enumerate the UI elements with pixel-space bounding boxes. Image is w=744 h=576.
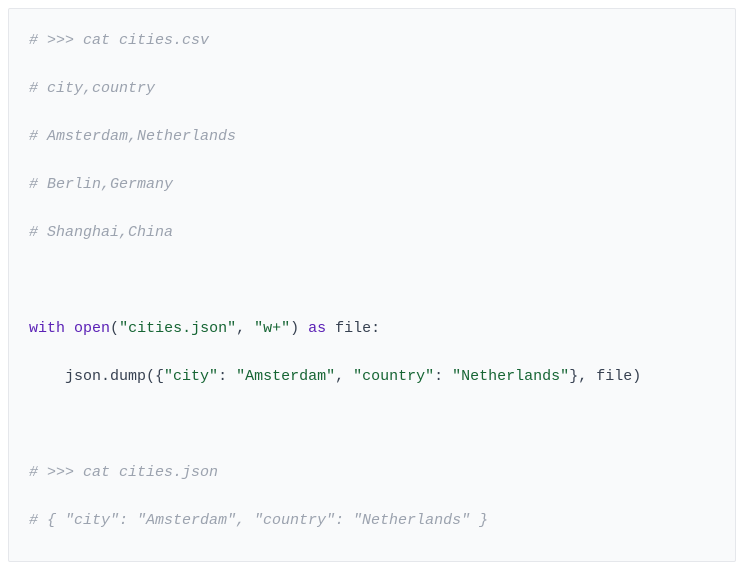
blank-line xyxy=(29,101,715,125)
code-token-string: "cities.json" xyxy=(119,320,236,337)
code-line: # >>> cat cities.json xyxy=(29,461,715,485)
blank-line xyxy=(29,389,715,413)
blank-line xyxy=(29,485,715,509)
code-token-keyword: as xyxy=(308,320,326,337)
code-token-ident xyxy=(65,320,74,337)
code-token-comment: # >>> cat cities.csv xyxy=(29,32,209,49)
code-token-builtin: open xyxy=(74,320,110,337)
code-token-string: "Netherlands" xyxy=(452,368,569,385)
code-token-comment: # Amsterdam,Netherlands xyxy=(29,128,236,145)
code-token-punct: , xyxy=(236,320,254,337)
blank-line xyxy=(29,341,715,365)
blank-line xyxy=(29,245,715,269)
code-token-keyword: with xyxy=(29,320,65,337)
code-line: # >>> cat cities.csv xyxy=(29,29,715,53)
code-token-punct: }, file) xyxy=(569,368,641,385)
code-line: # city,country xyxy=(29,77,715,101)
blank-line xyxy=(29,413,715,437)
blank-line xyxy=(29,293,715,317)
code-token-ident: file xyxy=(326,320,371,337)
code-line: # Berlin,Germany xyxy=(29,173,715,197)
code-line: with open("cities.json", "w+") as file: xyxy=(29,317,715,341)
code-token-punct: : xyxy=(218,368,236,385)
code-token-punct: , xyxy=(335,368,353,385)
code-token-comment: # { "city": "Amsterdam", "country": "Net… xyxy=(29,512,488,529)
code-token-string: "country" xyxy=(353,368,434,385)
code-token-comment: # >>> cat cities.json xyxy=(29,464,218,481)
blank-line xyxy=(29,437,715,461)
code-token-comment: # Berlin,Germany xyxy=(29,176,173,193)
code-block: # >>> cat cities.csv # city,country # Amst… xyxy=(8,8,736,562)
code-line: json.dump({"city": "Amsterdam", "country… xyxy=(29,365,715,389)
code-token-string: "city" xyxy=(164,368,218,385)
code-token-punct: ( xyxy=(110,320,119,337)
blank-line xyxy=(29,149,715,173)
code-line: # Shanghai,China xyxy=(29,221,715,245)
code-token-punct: ) xyxy=(290,320,308,337)
code-token-ident: json.dump({ xyxy=(29,368,164,385)
blank-line xyxy=(29,269,715,293)
code-token-comment: # city,country xyxy=(29,80,155,97)
blank-line xyxy=(29,197,715,221)
blank-line xyxy=(29,53,715,77)
code-line: # Amsterdam,Netherlands xyxy=(29,125,715,149)
code-token-punct: : xyxy=(434,368,452,385)
code-token-string: "Amsterdam" xyxy=(236,368,335,385)
code-token-comment: # Shanghai,China xyxy=(29,224,173,241)
code-token-punct: : xyxy=(371,320,380,337)
code-token-string: "w+" xyxy=(254,320,290,337)
code-line: # { "city": "Amsterdam", "country": "Net… xyxy=(29,509,715,533)
